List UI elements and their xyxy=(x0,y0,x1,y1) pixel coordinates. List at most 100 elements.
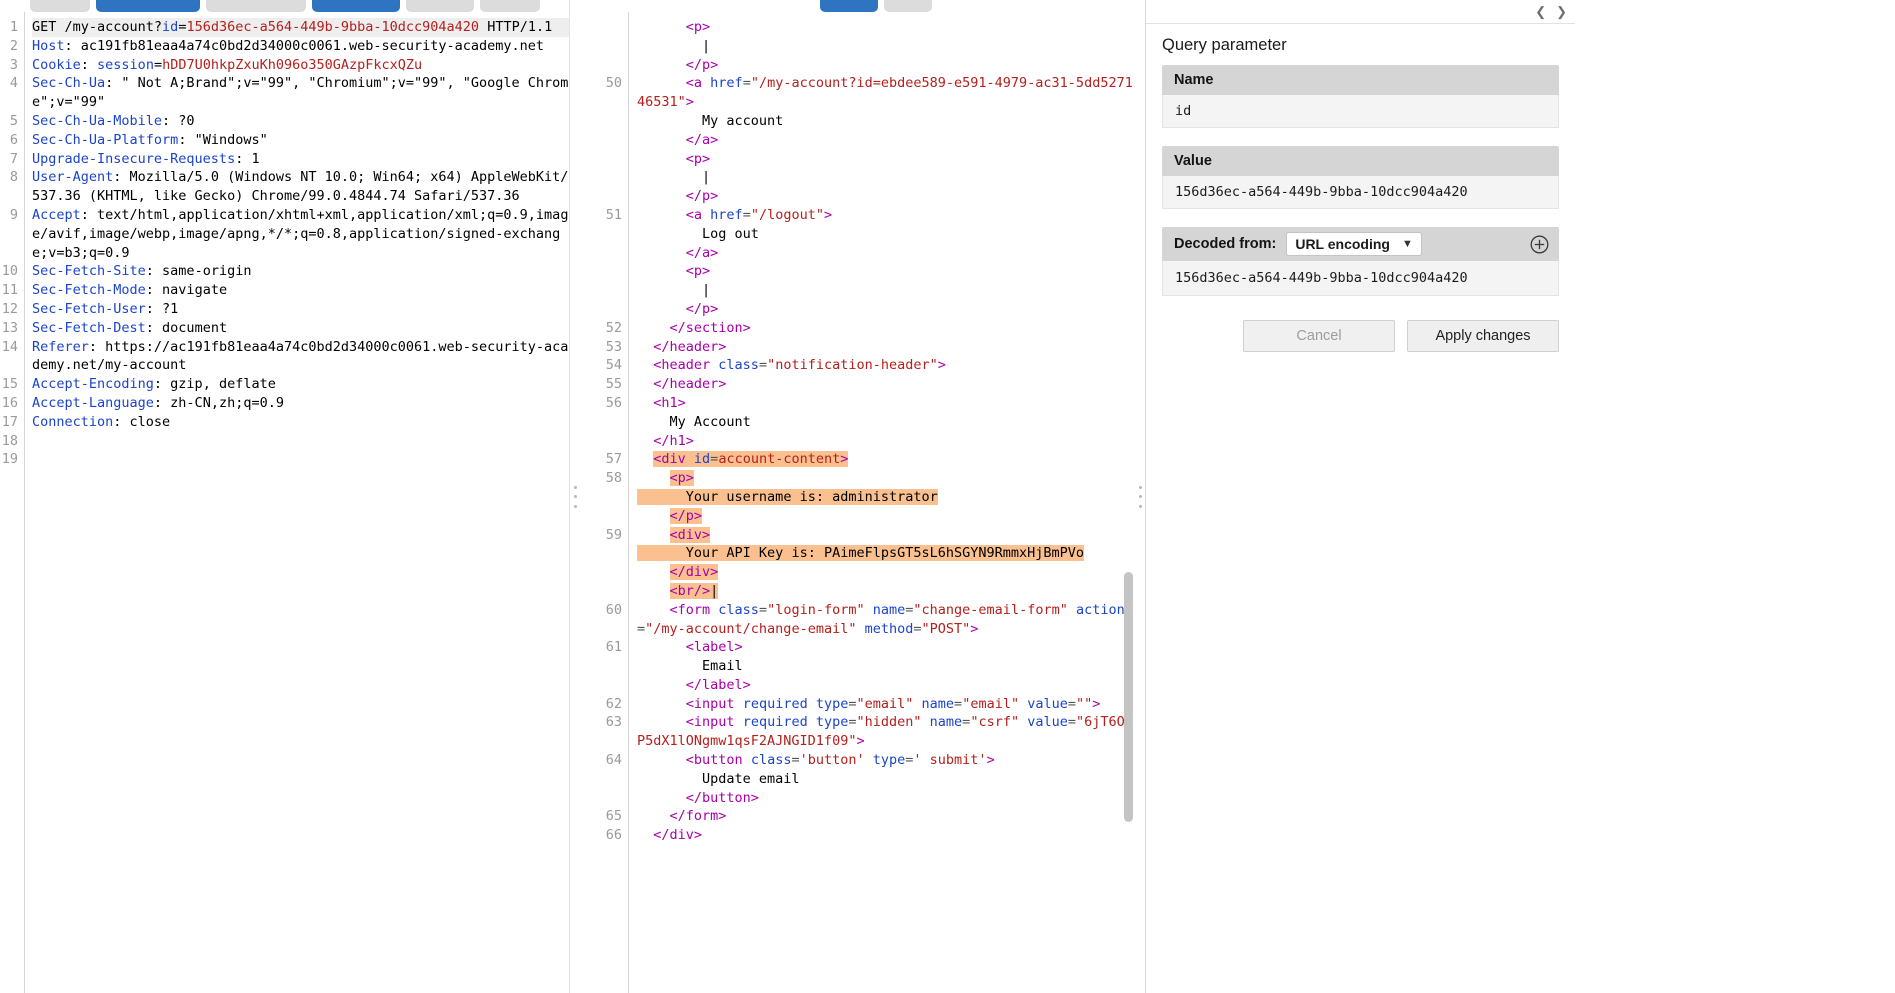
line-number xyxy=(580,413,628,432)
line-number: 2 xyxy=(9,37,18,54)
code-token: <p> xyxy=(669,470,694,487)
request-response-splitter[interactable] xyxy=(570,0,580,993)
inspector-decoded-input[interactable]: 156d36ec-a564-449b-9bba-10dcc904a420 xyxy=(1162,261,1559,296)
code-token: : zh-CN,zh;q=0.9 xyxy=(153,394,284,411)
code-token: <input xyxy=(685,695,743,712)
request-code-body[interactable]: GET /my-account?id = 156d36ec-a564-449b-9b… xyxy=(24,12,569,993)
cancel-button[interactable]: Cancel xyxy=(1243,320,1395,352)
line-number: 61 xyxy=(605,639,622,656)
line-number xyxy=(580,488,628,507)
code-token: = xyxy=(153,56,163,73)
code-token: Upgrade-Insecure-Requests xyxy=(32,150,236,167)
request-code-area[interactable]: 1 2 3 4 5 6 7 8 9 10 11 12 13 14 15 16 17 18 19 GET /my-ac… xyxy=(0,12,569,993)
code-token: type xyxy=(815,695,849,712)
splitter-dots-icon-2 xyxy=(1138,485,1142,508)
line-number xyxy=(580,225,628,244)
code-token: : xyxy=(80,56,98,73)
tab-chip-4-active[interactable] xyxy=(312,0,400,12)
response-scrollbar[interactable] xyxy=(1124,572,1133,822)
code-line: Upgrade-Insecure-Requests: 1 xyxy=(32,150,569,169)
code-token: > xyxy=(937,357,946,374)
code-token: </a> xyxy=(685,244,719,261)
code-token: <p> xyxy=(685,263,711,280)
chevron-right-icon[interactable]: ❯ xyxy=(1556,5,1567,18)
code-token: Your username is: administrator xyxy=(637,488,938,505)
response-code-body[interactable]: <p> | </p> <a href="/my-account?id=ebdee… xyxy=(628,12,1135,993)
code-line: Sec-Fetch-Site: same-origin xyxy=(32,262,569,281)
tab-chip-5[interactable] xyxy=(406,0,474,12)
code-token: My Account xyxy=(637,413,751,430)
code-token: </p> xyxy=(685,300,719,317)
code-line: <br/>| xyxy=(637,582,1135,601)
inspector-value-input[interactable]: 156d36ec-a564-449b-9bba-10dcc904a420 xyxy=(1162,176,1559,209)
code-token: Sec-Fetch-Dest xyxy=(32,319,146,336)
code-token: : gzip, deflate xyxy=(153,376,276,393)
code-line: Email xyxy=(637,657,1135,676)
chevron-left-icon[interactable]: ❮ xyxy=(1535,5,1546,18)
code-token: Sec-Fetch-Mode xyxy=(32,282,146,299)
response-tab-chip-active[interactable] xyxy=(820,0,878,12)
code-token: : https://ac191fb81eaa4a74c0bd2d34000c00… xyxy=(32,338,569,374)
code-line: </div> xyxy=(637,563,1135,582)
code-token: > xyxy=(685,94,694,111)
code-token: "notification-header" xyxy=(767,357,938,374)
code-line: Cookie: session=hDD7U0hkpZxuKh096o350GAz… xyxy=(32,56,569,75)
response-tab-chip-2[interactable] xyxy=(884,0,932,12)
code-line: </section> xyxy=(637,319,1135,338)
code-token: <input xyxy=(685,714,743,731)
code-token: type xyxy=(872,752,906,769)
code-line: Log out xyxy=(637,225,1135,244)
response-inspector-splitter[interactable] xyxy=(1135,0,1145,993)
code-line: <label> xyxy=(637,638,1135,657)
code-token: : Mozilla/5.0 (Windows NT 10.0; Win64; x… xyxy=(32,169,569,205)
code-token: </section> xyxy=(669,319,751,336)
code-token: "hidden" xyxy=(856,714,930,731)
line-number: 9 xyxy=(9,206,18,223)
code-token: | xyxy=(637,169,711,186)
line-number xyxy=(580,112,628,131)
code-line: Sec-Fetch-User: ?1 xyxy=(32,300,569,319)
line-number: 62 xyxy=(605,695,622,712)
code-line: </label> xyxy=(637,676,1135,695)
line-number xyxy=(580,544,628,563)
tab-chip-1[interactable] xyxy=(30,0,90,12)
code-token: type xyxy=(815,714,849,731)
code-line: Sec-Fetch-Mode: navigate xyxy=(32,281,569,300)
decoding-select[interactable]: URL encoding ▼ xyxy=(1286,232,1422,256)
code-token: </label> xyxy=(685,676,751,693)
plus-circle-icon[interactable] xyxy=(1529,234,1549,254)
inspector-decoded-label: Decoded from: xyxy=(1174,236,1277,252)
code-line: | xyxy=(637,168,1135,187)
line-number: 8 xyxy=(9,169,18,186)
code-line: Your username is: administrator xyxy=(637,488,1135,507)
inspector-name-input[interactable]: id xyxy=(1162,95,1559,128)
code-line: Accept-Language: zh-CN,zh;q=0.9 xyxy=(32,394,569,413)
code-token: id xyxy=(693,451,711,468)
code-token: > xyxy=(970,620,979,637)
code-token: </form> xyxy=(669,808,727,825)
code-line: <p> xyxy=(637,150,1135,169)
tab-chip-2-active[interactable] xyxy=(96,0,200,12)
code-line: User-Agent: Mozilla/5.0 (Windows NT 10.0… xyxy=(32,168,569,206)
line-number: 59 xyxy=(605,526,622,543)
line-number: 10 xyxy=(1,263,18,280)
tab-chip-6[interactable] xyxy=(480,0,540,12)
line-number xyxy=(580,150,628,169)
code-token: href xyxy=(710,75,743,92)
tab-chip-3[interactable] xyxy=(206,0,306,12)
code-token: <h1> xyxy=(653,394,686,411)
line-number xyxy=(580,300,628,319)
line-number: 11 xyxy=(1,282,18,299)
apply-changes-button[interactable]: Apply changes xyxy=(1407,320,1559,352)
response-code-area[interactable]: 50 51 52 53 54 55 56 57 58 59 60 61 62 63 64 65 66 <p> |… xyxy=(580,12,1135,993)
code-line: | xyxy=(637,37,1135,56)
code-token: value xyxy=(1027,695,1068,712)
